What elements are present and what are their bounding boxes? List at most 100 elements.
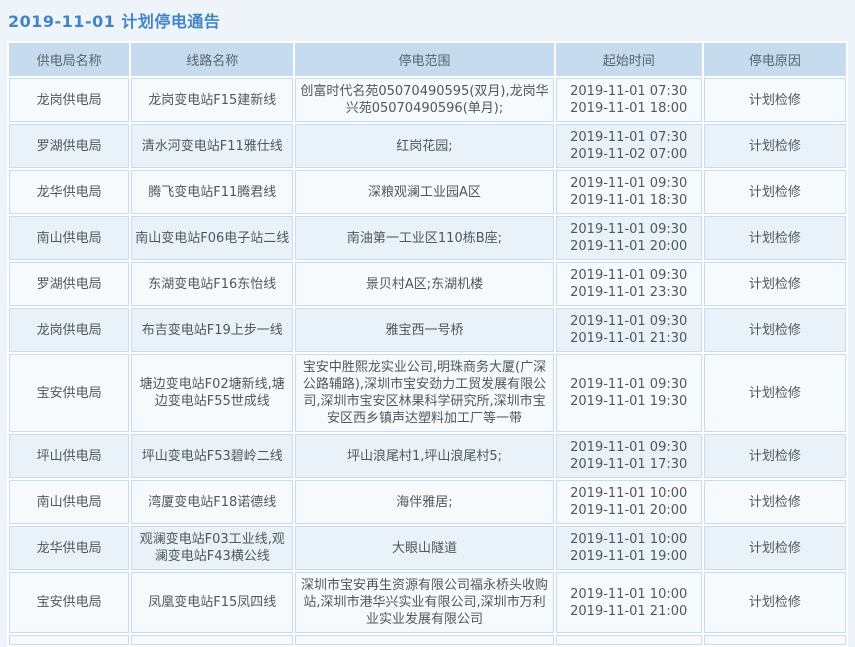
time-cell: 2019-11-01 07:302019-11-02 07:00 [556, 124, 702, 168]
time-cell [556, 635, 702, 645]
reason-cell: 计划检修 [704, 434, 846, 478]
line-cell: 南山变电站F06电子站二线 [131, 216, 293, 260]
bureau-cell: 宝安供电局 [9, 572, 129, 633]
start-time: 2019-11-01 10:00 [560, 586, 698, 603]
scope-cell: 深圳市宝安再生资源有限公司福永桥头收购站,深圳市港华兴实业有限公司,深圳市万利业… [295, 572, 553, 633]
table-row: 坪山供电局坪山变电站F53碧岭二线坪山浪尾村1,坪山浪尾村5;2019-11-0… [9, 434, 846, 478]
end-time: 2019-11-01 20:00 [560, 238, 698, 255]
line-cell: 观澜变电站F03工业线,观澜变电站F43横公线 [131, 526, 293, 570]
table-row: 龙华供电局腾飞变电站F11腾君线深粮观澜工业园A区2019-11-01 09:3… [9, 170, 846, 214]
end-time: 2019-11-02 07:00 [560, 146, 698, 163]
scope-cell: 雅宝西一号桥 [295, 308, 553, 352]
bureau-cell [9, 635, 129, 645]
bureau-cell: 坪山供电局 [9, 434, 129, 478]
reason-cell: 计划检修 [704, 572, 846, 633]
bureau-cell: 南山供电局 [9, 480, 129, 524]
time-cell: 2019-11-01 09:302019-11-01 23:30 [556, 262, 702, 306]
table-row: 罗湖供电局清水河变电站F11雅仕线红岗花园;2019-11-01 07:3020… [9, 124, 846, 168]
line-cell: 腾飞变电站F11腾君线 [131, 170, 293, 214]
start-time: 2019-11-01 07:30 [560, 129, 698, 146]
line-cell: 塘边变电站F02塘新线,塘边变电站F55世成线 [131, 354, 293, 432]
reason-cell: 计划检修 [704, 354, 846, 432]
start-time: 2019-11-01 09:30 [560, 439, 698, 456]
header-cell: 起始时间 [556, 43, 702, 76]
header-cell: 线路名称 [131, 43, 293, 76]
scope-cell: 深粮观澜工业园A区 [295, 170, 553, 214]
time-cell: 2019-11-01 09:302019-11-01 20:00 [556, 216, 702, 260]
outage-table: 供电局名称线路名称停电范围起始时间停电原因 龙岗供电局龙岗变电站F15建新线创富… [7, 41, 848, 647]
time-cell: 2019-11-01 10:002019-11-01 19:00 [556, 526, 702, 570]
start-time: 2019-11-01 09:30 [560, 175, 698, 192]
reason-cell [704, 635, 846, 645]
table-row: 宝安供电局塘边变电站F02塘新线,塘边变电站F55世成线宝安中胜熙龙实业公司,明… [9, 354, 846, 432]
reason-cell: 计划检修 [704, 216, 846, 260]
page-title: 2019-11-01 计划停电通告 [8, 8, 848, 32]
bureau-cell: 龙岗供电局 [9, 308, 129, 352]
time-cell: 2019-11-01 07:302019-11-01 18:00 [556, 78, 702, 122]
table-row: 罗湖供电局东湖变电站F16东怡线景贝村A区;东湖机楼2019-11-01 09:… [9, 262, 846, 306]
reason-cell: 计划检修 [704, 480, 846, 524]
end-time: 2019-11-01 19:30 [560, 393, 698, 410]
reason-cell: 计划检修 [704, 124, 846, 168]
bureau-cell: 罗湖供电局 [9, 262, 129, 306]
scope-cell: 红岗花园; [295, 124, 553, 168]
table-row: 南山供电局南山变电站F06电子站二线南油第一工业区110栋B座;2019-11-… [9, 216, 846, 260]
end-time: 2019-11-01 21:30 [560, 330, 698, 347]
scope-cell: 景贝村A区;东湖机楼 [295, 262, 553, 306]
start-time: 2019-11-01 09:30 [560, 267, 698, 284]
time-cell: 2019-11-01 10:002019-11-01 21:00 [556, 572, 702, 633]
scope-cell: 大眼山隧道 [295, 526, 553, 570]
start-time: 2019-11-01 09:30 [560, 376, 698, 393]
header-cell: 停电范围 [295, 43, 553, 76]
time-cell: 2019-11-01 09:302019-11-01 19:30 [556, 354, 702, 432]
start-time: 2019-11-01 10:00 [560, 531, 698, 548]
scope-cell: 创富时代名苑05070490595(双月),龙岗华兴苑05070490596(单… [295, 78, 553, 122]
table-header-row: 供电局名称线路名称停电范围起始时间停电原因 [9, 43, 846, 76]
time-cell: 2019-11-01 09:302019-11-01 18:30 [556, 170, 702, 214]
start-time: 2019-11-01 07:30 [560, 83, 698, 100]
start-time: 2019-11-01 09:30 [560, 221, 698, 238]
line-cell [131, 635, 293, 645]
table-row: 南山供电局湾厦变电站F18诺德线海伴雅居;2019-11-01 10:00201… [9, 480, 846, 524]
bureau-cell: 龙华供电局 [9, 170, 129, 214]
scope-cell: 南油第一工业区110栋B座; [295, 216, 553, 260]
time-cell: 2019-11-01 09:302019-11-01 17:30 [556, 434, 702, 478]
time-cell: 2019-11-01 09:302019-11-01 21:30 [556, 308, 702, 352]
reason-cell: 计划检修 [704, 526, 846, 570]
start-time: 2019-11-01 10:00 [560, 485, 698, 502]
line-cell: 清水河变电站F11雅仕线 [131, 124, 293, 168]
scope-cell: 坪山浪尾村1,坪山浪尾村5; [295, 434, 553, 478]
table-row-partial [9, 635, 846, 645]
table-row: 龙华供电局观澜变电站F03工业线,观澜变电站F43横公线大眼山隧道2019-11… [9, 526, 846, 570]
bureau-cell: 宝安供电局 [9, 354, 129, 432]
end-time: 2019-11-01 21:00 [560, 603, 698, 620]
bureau-cell: 龙华供电局 [9, 526, 129, 570]
bureau-cell: 南山供电局 [9, 216, 129, 260]
outage-notice-page: 2019-11-01 计划停电通告 供电局名称线路名称停电范围起始时间停电原因 … [0, 0, 855, 647]
end-time: 2019-11-01 17:30 [560, 456, 698, 473]
scope-cell: 宝安中胜熙龙实业公司,明珠商务大厦(广深公路辅路),深圳市宝安劲力工贸发展有限公… [295, 354, 553, 432]
time-cell: 2019-11-01 10:002019-11-01 20:00 [556, 480, 702, 524]
bureau-cell: 龙岗供电局 [9, 78, 129, 122]
end-time: 2019-11-01 23:30 [560, 284, 698, 301]
end-time: 2019-11-01 18:30 [560, 192, 698, 209]
line-cell: 坪山变电站F53碧岭二线 [131, 434, 293, 478]
line-cell: 布吉变电站F19上步一线 [131, 308, 293, 352]
end-time: 2019-11-01 19:00 [560, 548, 698, 565]
table-row: 龙岗供电局布吉变电站F19上步一线雅宝西一号桥2019-11-01 09:302… [9, 308, 846, 352]
start-time: 2019-11-01 09:30 [560, 313, 698, 330]
line-cell: 湾厦变电站F18诺德线 [131, 480, 293, 524]
table-row: 宝安供电局凤凰变电站F15凤四线深圳市宝安再生资源有限公司福永桥头收购站,深圳市… [9, 572, 846, 633]
reason-cell: 计划检修 [704, 308, 846, 352]
reason-cell: 计划检修 [704, 262, 846, 306]
line-cell: 凤凰变电站F15凤四线 [131, 572, 293, 633]
table-row: 龙岗供电局龙岗变电站F15建新线创富时代名苑05070490595(双月),龙岗… [9, 78, 846, 122]
reason-cell: 计划检修 [704, 170, 846, 214]
header-cell: 停电原因 [704, 43, 846, 76]
header-cell: 供电局名称 [9, 43, 129, 76]
end-time: 2019-11-01 20:00 [560, 502, 698, 519]
scope-cell [295, 635, 553, 645]
scope-cell: 海伴雅居; [295, 480, 553, 524]
bureau-cell: 罗湖供电局 [9, 124, 129, 168]
reason-cell: 计划检修 [704, 78, 846, 122]
